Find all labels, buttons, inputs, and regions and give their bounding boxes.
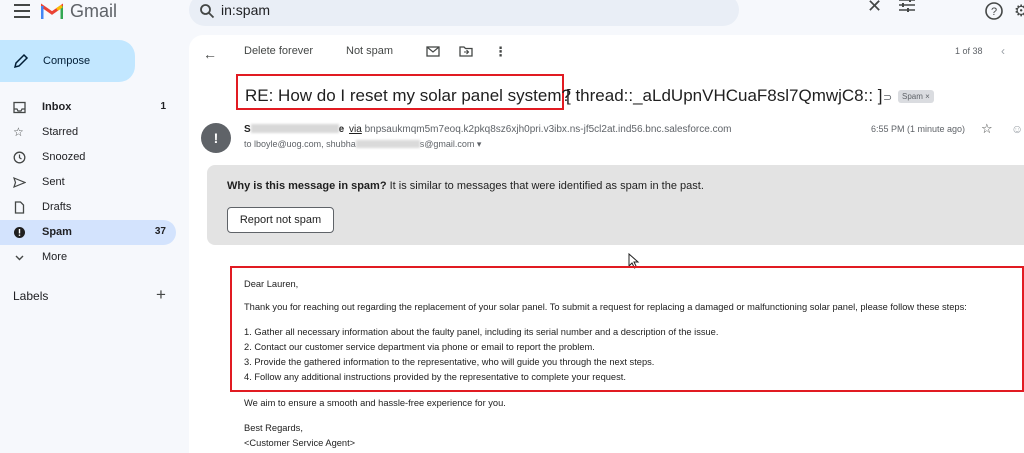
sidebar-item-inbox[interactable]: Inbox 1: [0, 95, 176, 120]
create-label-icon[interactable]: +: [156, 285, 166, 305]
compose-button[interactable]: Compose: [0, 40, 135, 82]
clear-search-icon[interactable]: ✕: [867, 0, 882, 17]
via-word: via: [349, 124, 362, 135]
message-view: ← Delete forever Not spam ⋮ 1 of 38 ‹ RE…: [189, 35, 1024, 453]
sidebar-item-snoozed[interactable]: Snoozed: [0, 145, 176, 170]
top-bar: Gmail ✕ ? ⚙: [0, 0, 1024, 26]
sidebar-item-label: Starred: [42, 126, 79, 138]
delete-forever-button[interactable]: Delete forever: [244, 45, 313, 57]
body-step: 1. Gather all necessary information abou…: [244, 327, 719, 337]
important-marker-icon[interactable]: ⊃: [883, 91, 892, 104]
body-greeting: Dear Lauren,: [244, 279, 299, 289]
redacted-recipient: [355, 140, 420, 148]
report-not-spam-button[interactable]: Report not spam: [227, 207, 334, 233]
redacted-sender-name: [250, 124, 339, 133]
message-body: Dear Lauren, Thank you for reaching out …: [244, 277, 1024, 385]
settings-icon[interactable]: ⚙: [1014, 1, 1024, 21]
pencil-icon: [13, 53, 29, 69]
move-to-icon[interactable]: [459, 45, 473, 58]
sidebar-item-label: Snoozed: [42, 151, 86, 163]
inbox-icon: [13, 101, 26, 114]
pagination-count: 1 of 38: [955, 46, 983, 56]
via-address: bnpsaukmqm5m7eoq.k2pkq8sz6xjh0pri.v3ibx.…: [364, 124, 732, 135]
draft-icon: [14, 201, 25, 214]
star-icon[interactable]: ☆: [981, 121, 993, 137]
sidebar-item-more[interactable]: More: [0, 245, 176, 270]
body-closing-line: We aim to ensure a smooth and hassle-fre…: [244, 398, 506, 408]
search-bar[interactable]: ✕: [189, 0, 915, 26]
newer-chevron-icon[interactable]: ‹: [1001, 44, 1005, 58]
body-step: 3. Provide the gathered information to t…: [244, 357, 655, 367]
message-closing: We aim to ensure a smooth and hassle-fre…: [244, 396, 506, 451]
body-sign-off: Best Regards,: [244, 423, 303, 433]
sender-avatar[interactable]: !: [201, 123, 231, 153]
main-menu-icon[interactable]: [14, 4, 30, 18]
gmail-logo[interactable]: Gmail: [41, 1, 117, 22]
sidebar-item-label: Inbox: [42, 101, 72, 113]
sidebar-item-label: Drafts: [42, 201, 72, 213]
recipients-suffix: s@gmail.com: [419, 139, 475, 149]
sidebar-item-label: Sent: [42, 176, 65, 188]
sender-line: Se via bnpsaukmqm5m7eoq.k2pkq8sz6xjh0pri…: [244, 124, 731, 135]
sidebar-item-drafts[interactable]: Drafts: [0, 195, 176, 220]
mark-unread-icon[interactable]: [426, 45, 440, 58]
recipients-prefix: to lboyle@uog.com, shubha: [244, 139, 356, 149]
help-icon[interactable]: ?: [984, 1, 1004, 21]
sender-name-suffix[interactable]: e: [339, 124, 345, 135]
message-subject: RE: How do I reset my solar panel system…: [245, 86, 571, 105]
body-intro: Thank you for reaching out regarding the…: [244, 302, 967, 312]
body-step: 4. Follow any additional instructions pr…: [244, 372, 626, 382]
more-options-icon[interactable]: ⋮: [494, 44, 507, 60]
not-spam-button[interactable]: Not spam: [346, 45, 393, 57]
search-icon[interactable]: [199, 3, 215, 19]
emoji-react-icon[interactable]: ☺: [1011, 122, 1023, 136]
sidebar-item-spam[interactable]: Spam 37: [0, 220, 176, 245]
sidebar-item-starred[interactable]: ☆ Starred: [0, 120, 176, 145]
gmail-m-icon: [41, 3, 63, 19]
spam-label-chip[interactable]: Spam ×: [898, 90, 934, 103]
compose-label: Compose: [43, 55, 91, 67]
spam-explanation: Why is this message in spam? It is simil…: [227, 180, 704, 192]
via-text: via bnpsaukmqm5m7eoq.k2pkq8sz6xjh0pri.v3…: [349, 124, 731, 135]
sidebar-nav: Inbox 1 ☆ Starred Snoozed Sent Drafts Sp…: [0, 95, 176, 270]
spam-question: Why is this message in spam?: [227, 180, 387, 192]
recipients-dropdown-icon[interactable]: ▾: [477, 139, 482, 149]
sidebar-item-sent[interactable]: Sent: [0, 170, 176, 195]
message-time: 6:55 PM (1 minute ago): [871, 124, 966, 134]
clock-icon: [13, 151, 26, 164]
labels-heading: Labels: [13, 289, 49, 303]
body-step: 2. Contact our customer service departme…: [244, 342, 595, 352]
recipients-line[interactable]: to lboyle@uog.com, shubha s@gmail.com ▾: [244, 139, 481, 150]
spam-reason: It is similar to messages that were iden…: [386, 180, 704, 192]
sender-name-initial[interactable]: S: [244, 124, 251, 135]
sidebar-item-label: More: [42, 251, 68, 263]
chevron-down-icon: [15, 255, 24, 261]
back-arrow-icon[interactable]: ←: [203, 46, 217, 62]
spam-warning-panel: Why is this message in spam? It is simil…: [207, 165, 1024, 245]
svg-text:?: ?: [991, 6, 997, 18]
unread-count: 37: [154, 226, 166, 237]
spam-icon: [14, 227, 25, 238]
gmail-wordmark: Gmail: [70, 1, 118, 21]
sidebar-item-label: Spam: [42, 226, 72, 238]
star-icon: ☆: [13, 125, 24, 139]
body-signature: <Customer Service Agent>: [244, 438, 356, 448]
unread-count: 1: [160, 101, 166, 112]
search-input[interactable]: [221, 2, 641, 18]
subject-thread-id: [ thread::_aLdUpnVHCuaF8sl7QmwjC8:: ]: [566, 86, 883, 105]
search-options-icon[interactable]: [898, 0, 916, 13]
send-icon: [13, 176, 26, 189]
